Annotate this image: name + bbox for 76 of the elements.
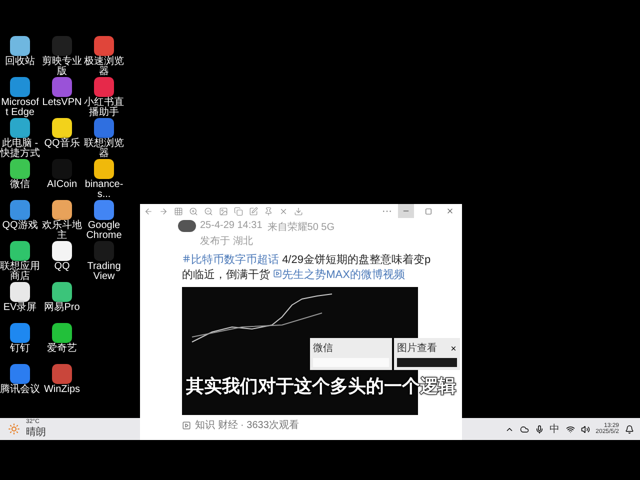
post-tags: 知识 财经 · 3633次观看 — [195, 418, 299, 432]
copy-icon[interactable] — [234, 206, 243, 216]
icon-label: 网易Pro — [43, 303, 81, 313]
app-icon[interactable] — [52, 282, 72, 302]
icon-label: 微信 — [9, 180, 31, 190]
app-icon[interactable] — [10, 118, 30, 138]
app-icon[interactable] — [10, 282, 30, 302]
app-icon[interactable] — [52, 200, 72, 220]
icon-label: Microsoft Edge — [0, 98, 40, 118]
icon-label: EV录屏 — [2, 303, 38, 313]
icon-label: 此电脑 - 快捷方式 — [0, 139, 40, 159]
speaker-icon[interactable] — [580, 424, 590, 434]
video-icon — [182, 420, 191, 430]
cloud-icon[interactable] — [520, 424, 529, 434]
microphone-icon[interactable] — [534, 424, 544, 434]
window-preview[interactable]: 图片查看 — [394, 338, 460, 370]
ime-indicator[interactable]: 中 — [550, 422, 560, 436]
icon-label: WinZips — [42, 385, 82, 395]
minimize-button[interactable] — [398, 204, 414, 218]
icon-label: QQ游戏 — [1, 221, 39, 231]
icon-label: 欢乐斗地主 — [42, 221, 82, 241]
icon-label: QQ音乐 — [43, 139, 81, 149]
pin-icon[interactable] — [264, 206, 273, 216]
video-link[interactable]: 先生之势MAX的微博视频 — [273, 269, 405, 281]
close-icon — [446, 207, 454, 215]
icon-label: 联想浏览器 — [84, 139, 124, 159]
icon-label: TradingView — [86, 262, 122, 282]
app-icon[interactable] — [52, 118, 72, 138]
app-icon[interactable] — [10, 77, 30, 97]
app-icon[interactable] — [52, 241, 72, 261]
icon-label: 回收站 — [4, 57, 36, 67]
icon-label: 极速浏览器 — [84, 57, 124, 77]
post-text: 比特币数字币超话 4/29金饼短期的盘整意味着变p的临近，倒满干货 先生之势MAX的微博视频 — [182, 253, 432, 283]
icon-label: LetsVPN — [42, 98, 82, 108]
app-icon[interactable] — [10, 159, 30, 179]
zoom-out-icon[interactable] — [204, 206, 213, 216]
close-icon[interactable] — [450, 344, 457, 352]
icon-label: 剪映专业版 — [42, 57, 82, 77]
icon-label: AICoin — [46, 180, 78, 190]
post-source: 来自荣耀50 5G — [267, 220, 335, 234]
back-icon[interactable] — [144, 206, 153, 216]
edit-icon[interactable] — [249, 206, 258, 216]
wifi-icon[interactable] — [566, 424, 575, 434]
video-icon — [273, 269, 282, 278]
image-icon[interactable] — [219, 206, 228, 216]
hashtag-link[interactable]: 比特币数字币超话 — [182, 254, 279, 266]
icon-label: Google Chrome — [85, 221, 123, 241]
app-icon[interactable] — [52, 323, 72, 343]
app-icon[interactable] — [10, 241, 30, 261]
preview-title: 图片查看 — [397, 342, 437, 355]
app-icon[interactable] — [10, 36, 30, 56]
x-icon[interactable] — [279, 206, 288, 216]
hashtag-icon — [182, 254, 191, 263]
icon-label: 钉钉 — [9, 344, 31, 354]
download-icon[interactable] — [294, 206, 303, 216]
zoom-in-icon[interactable] — [189, 206, 198, 216]
more-button[interactable]: ··· — [382, 206, 392, 216]
icon-label: 腾讯会议 — [0, 385, 40, 395]
post-time: 25-4-29 14:31 — [200, 220, 262, 233]
forward-icon[interactable] — [159, 206, 168, 216]
preview-thumbnail — [397, 358, 457, 367]
app-icon[interactable] — [94, 159, 114, 179]
icon-label: 小红书直播助手 — [84, 98, 124, 118]
notification-icon[interactable] — [625, 424, 634, 434]
grid-icon[interactable] — [174, 206, 183, 216]
weather-text: 晴朗 — [26, 426, 46, 439]
icon-label: QQ — [53, 262, 71, 272]
app-icon[interactable] — [10, 200, 30, 220]
icon-label: binance-s... — [84, 180, 124, 200]
icon-label: 爱奇艺 — [46, 344, 78, 354]
preview-title: 微信 — [313, 342, 333, 355]
post-location: 发布于 湖北 — [200, 234, 254, 248]
window-preview[interactable]: 微信 — [310, 338, 392, 370]
avatar[interactable] — [178, 220, 196, 232]
maximize-icon — [424, 208, 432, 214]
icon-label: 联想应用商店 — [0, 262, 40, 282]
